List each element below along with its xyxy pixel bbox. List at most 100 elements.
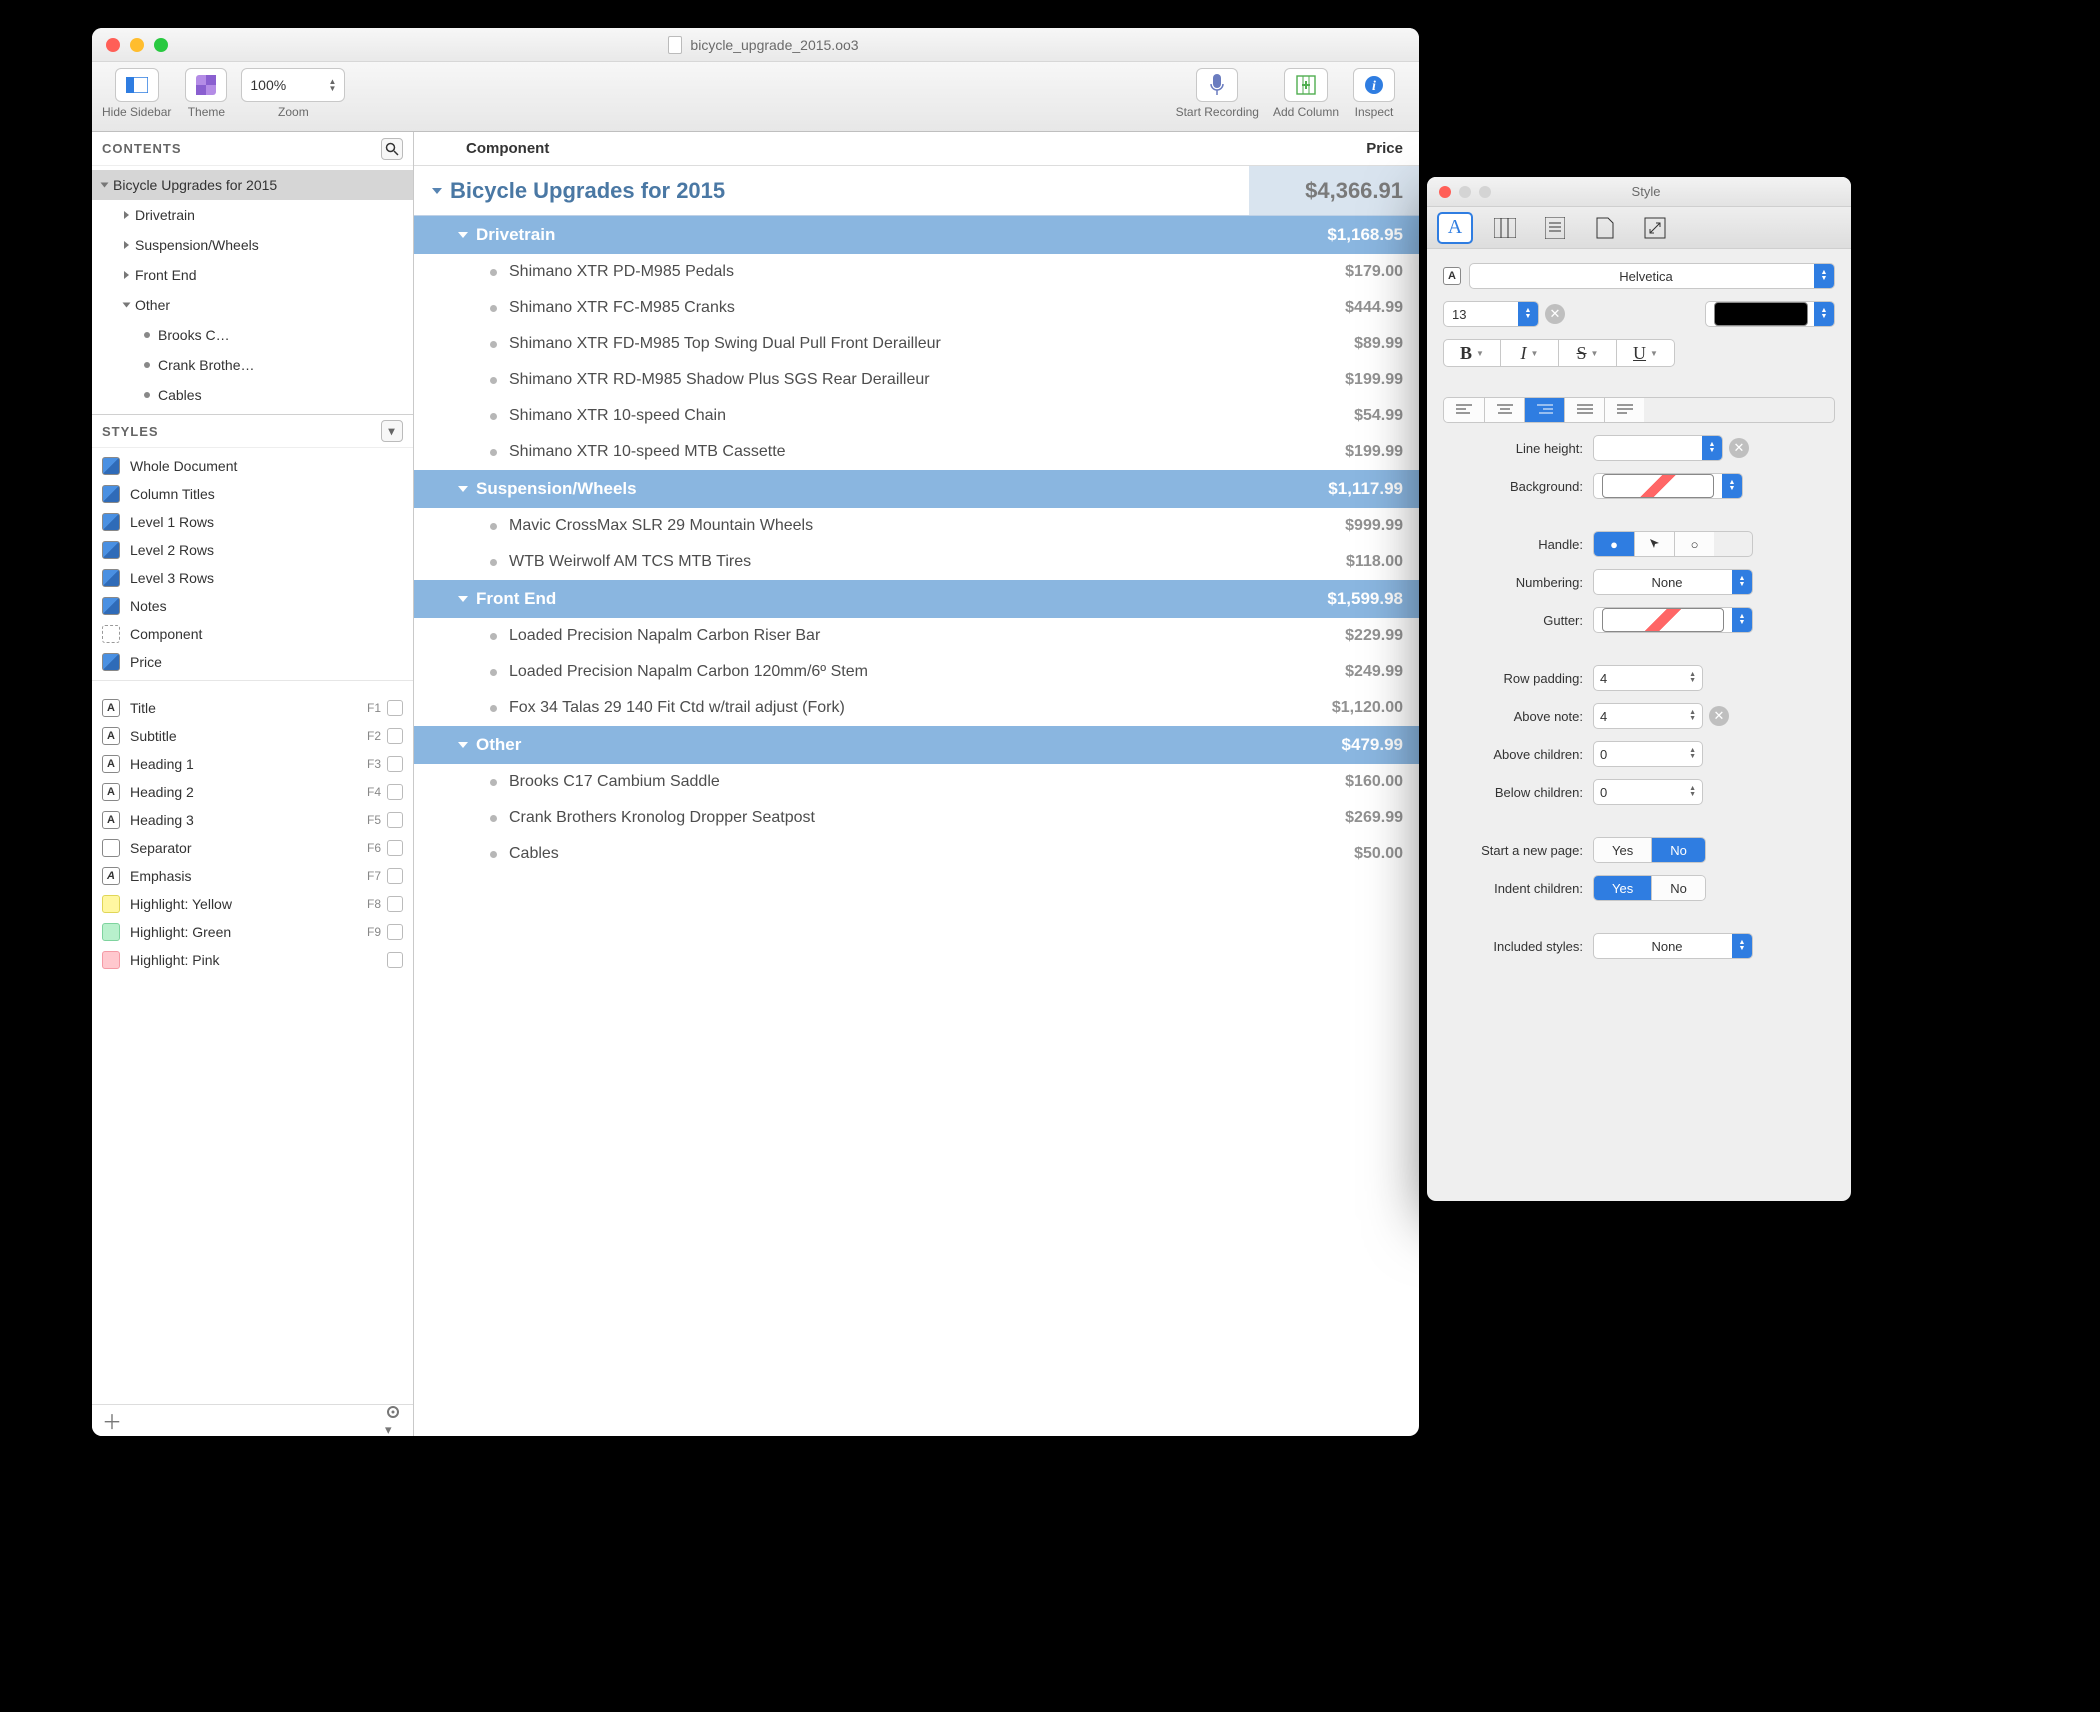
sidebar-gear-menu[interactable]: ▾ bbox=[385, 1404, 403, 1437]
font-style-swatch[interactable]: A bbox=[1443, 267, 1461, 285]
indent-no[interactable]: No bbox=[1651, 876, 1705, 900]
style-checkbox[interactable] bbox=[387, 700, 403, 716]
bold-button[interactable]: B▼ bbox=[1443, 339, 1501, 367]
numbering-select[interactable]: None▲▼ bbox=[1593, 569, 1753, 595]
zoom-control[interactable]: 100% ▲▼ bbox=[241, 68, 345, 102]
zoom-window-button[interactable] bbox=[154, 38, 168, 52]
row-padding-input[interactable]: 4▲▼ bbox=[1593, 665, 1703, 691]
named-style-hl-pink[interactable]: Highlight: Pink bbox=[92, 946, 413, 974]
tree-other[interactable]: Other bbox=[92, 290, 413, 320]
outline-item-row[interactable]: Shimano XTR RD-M985 Shadow Plus SGS Rear… bbox=[414, 362, 1419, 398]
inspector-tab-document[interactable] bbox=[1587, 212, 1623, 244]
outline-item-row[interactable]: Loaded Precision Napalm Carbon 120mm/6º … bbox=[414, 654, 1419, 690]
handle-disc-button[interactable]: ● bbox=[1594, 532, 1634, 556]
outline-item-row[interactable]: Shimano XTR 10-speed Chain$54.99 bbox=[414, 398, 1419, 434]
outline-root-row[interactable]: Bicycle Upgrades for 2015 $4,366.91 bbox=[414, 166, 1419, 216]
named-style-h3[interactable]: AHeading 3F5 bbox=[92, 806, 413, 834]
style-level2[interactable]: Level 2 Rows bbox=[92, 536, 413, 564]
line-height-select[interactable]: ▲▼ bbox=[1593, 435, 1723, 461]
align-justify-button[interactable] bbox=[1564, 398, 1604, 422]
outline-section-row[interactable]: Drivetrain$1,168.95 bbox=[414, 216, 1419, 254]
outline-item-row[interactable]: Shimano XTR 10-speed MTB Cassette$199.99 bbox=[414, 434, 1419, 470]
align-center-button[interactable] bbox=[1484, 398, 1524, 422]
clear-line-height-button[interactable]: ✕ bbox=[1729, 438, 1749, 458]
inspector-tab-outline[interactable] bbox=[1537, 212, 1573, 244]
outline-item-row[interactable]: Crank Brothers Kronolog Dropper Seatpost… bbox=[414, 800, 1419, 836]
new-page-yes[interactable]: Yes bbox=[1594, 838, 1651, 862]
handle-circle-button[interactable]: ○ bbox=[1674, 532, 1714, 556]
outline-item-row[interactable]: Shimano XTR FD-M985 Top Swing Dual Pull … bbox=[414, 326, 1419, 362]
style-component[interactable]: Component bbox=[92, 620, 413, 648]
background-color-select[interactable]: ▲▼ bbox=[1593, 473, 1743, 499]
strikethrough-button[interactable]: S▼ bbox=[1559, 339, 1617, 367]
start-recording-button[interactable] bbox=[1196, 68, 1238, 102]
underline-button[interactable]: U▼ bbox=[1617, 339, 1675, 367]
style-level3[interactable]: Level 3 Rows bbox=[92, 564, 413, 592]
outline-item-row[interactable]: Loaded Precision Napalm Carbon Riser Bar… bbox=[414, 618, 1419, 654]
hide-sidebar-button[interactable] bbox=[115, 68, 159, 102]
clear-above-note-button[interactable]: ✕ bbox=[1709, 706, 1729, 726]
font-family-select[interactable]: Helvetica ▲▼ bbox=[1469, 263, 1835, 289]
inspect-button[interactable]: i bbox=[1353, 68, 1395, 102]
tree-other-1[interactable]: Crank Brothe… bbox=[92, 350, 413, 380]
named-style-hl-yellow[interactable]: Highlight: YellowF8 bbox=[92, 890, 413, 918]
inspector-minimize-button[interactable] bbox=[1459, 186, 1471, 198]
outline-item-row[interactable]: Brooks C17 Cambium Saddle$160.00 bbox=[414, 764, 1419, 800]
font-size-select[interactable]: 13 ▲▼ bbox=[1443, 301, 1539, 327]
indent-yes[interactable]: Yes bbox=[1594, 876, 1651, 900]
outline-item-row[interactable]: Shimano XTR FC-M985 Cranks$444.99 bbox=[414, 290, 1419, 326]
align-natural-button[interactable] bbox=[1604, 398, 1644, 422]
inspector-tab-style[interactable]: A bbox=[1437, 212, 1473, 244]
named-style-h1[interactable]: AHeading 1F3 bbox=[92, 750, 413, 778]
tree-other-0[interactable]: Brooks C… bbox=[92, 320, 413, 350]
named-style-subtitle[interactable]: ASubtitleF2 bbox=[92, 722, 413, 750]
style-column-titles[interactable]: Column Titles bbox=[92, 480, 413, 508]
style-price[interactable]: Price bbox=[92, 648, 413, 676]
tree-suspension[interactable]: Suspension/Wheels bbox=[92, 230, 413, 260]
new-page-segmented[interactable]: Yes No bbox=[1593, 837, 1706, 863]
named-style-title[interactable]: ATitleF1 bbox=[92, 694, 413, 722]
add-column-button[interactable] bbox=[1284, 68, 1328, 102]
tree-other-2[interactable]: Cables bbox=[92, 380, 413, 410]
col-component[interactable]: Component bbox=[466, 140, 549, 157]
named-style-hl-green[interactable]: Highlight: GreenF9 bbox=[92, 918, 413, 946]
search-contents-button[interactable] bbox=[381, 138, 403, 160]
outline-section-row[interactable]: Other$479.99 bbox=[414, 726, 1419, 764]
included-styles-select[interactable]: None▲▼ bbox=[1593, 933, 1753, 959]
handle-segmented[interactable]: ● ○ bbox=[1593, 531, 1753, 557]
new-page-no[interactable]: No bbox=[1651, 838, 1705, 862]
col-price[interactable]: Price bbox=[1366, 140, 1403, 157]
below-children-input[interactable]: 0▲▼ bbox=[1593, 779, 1703, 805]
align-right-button[interactable] bbox=[1524, 398, 1564, 422]
tree-frontend[interactable]: Front End bbox=[92, 260, 413, 290]
theme-button[interactable] bbox=[185, 68, 227, 102]
indent-children-segmented[interactable]: Yes No bbox=[1593, 875, 1706, 901]
clear-size-button[interactable]: ✕ bbox=[1545, 304, 1565, 324]
outline-item-row[interactable]: Mavic CrossMax SLR 29 Mountain Wheels$99… bbox=[414, 508, 1419, 544]
above-note-input[interactable]: 4▲▼ bbox=[1593, 703, 1703, 729]
text-color-select[interactable]: ▲▼ bbox=[1705, 301, 1835, 327]
outline-item-row[interactable]: WTB Weirwolf AM TCS MTB Tires$118.00 bbox=[414, 544, 1419, 580]
outline-item-row[interactable]: Fox 34 Talas 29 140 Fit Ctd w/trail adju… bbox=[414, 690, 1419, 726]
outline-section-row[interactable]: Suspension/Wheels$1,117.99 bbox=[414, 470, 1419, 508]
italic-button[interactable]: I▼ bbox=[1501, 339, 1559, 367]
tree-root[interactable]: Bicycle Upgrades for 2015 bbox=[92, 170, 413, 200]
style-level1[interactable]: Level 1 Rows bbox=[92, 508, 413, 536]
named-style-emphasis[interactable]: AEmphasisF7 bbox=[92, 862, 413, 890]
zoom-stepper[interactable]: ▲▼ bbox=[328, 78, 336, 92]
inspector-tab-attributes[interactable] bbox=[1637, 212, 1673, 244]
named-style-separator[interactable]: SeparatorF6 bbox=[92, 834, 413, 862]
inspector-close-button[interactable] bbox=[1439, 186, 1451, 198]
inspector-zoom-button[interactable] bbox=[1479, 186, 1491, 198]
handle-arrow-button[interactable] bbox=[1634, 532, 1674, 556]
outline-item-row[interactable]: Cables$50.00 bbox=[414, 836, 1419, 872]
style-whole-document[interactable]: Whole Document bbox=[92, 452, 413, 480]
add-style-button[interactable]: ＋ bbox=[102, 1406, 122, 1435]
align-left-button[interactable] bbox=[1444, 398, 1484, 422]
named-style-h2[interactable]: AHeading 2F4 bbox=[92, 778, 413, 806]
inspector-tab-columns[interactable] bbox=[1487, 212, 1523, 244]
tree-drivetrain[interactable]: Drivetrain bbox=[92, 200, 413, 230]
text-align-segmented[interactable] bbox=[1443, 397, 1835, 423]
above-children-input[interactable]: 0▲▼ bbox=[1593, 741, 1703, 767]
close-window-button[interactable] bbox=[106, 38, 120, 52]
